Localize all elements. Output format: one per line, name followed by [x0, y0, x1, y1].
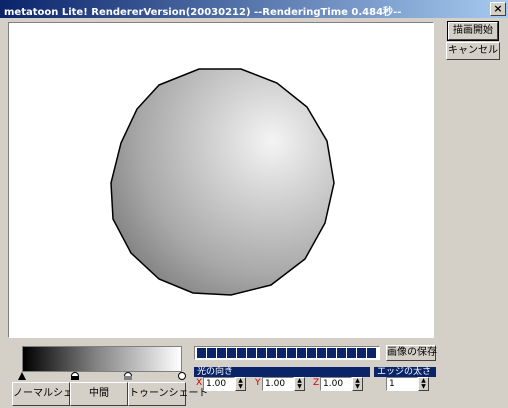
progress-segment: [237, 348, 246, 358]
progress-segment: [257, 348, 266, 358]
progress-segment: [197, 348, 206, 358]
close-icon[interactable]: ×: [490, 2, 506, 16]
progress-segment: [327, 348, 336, 358]
save-image-button[interactable]: 画像の保存: [386, 345, 437, 361]
normal-shade-button[interactable]: ノーマルシェード: [12, 382, 93, 406]
progress-segment: [297, 348, 306, 358]
edge-width-field[interactable]: 1: [386, 377, 418, 391]
progress-segment: [287, 348, 296, 358]
title-bar: metatoon Lite! RendererVersion(20030212)…: [0, 0, 508, 18]
slider-marker-black[interactable]: [18, 372, 26, 380]
progress-segment: [337, 348, 346, 358]
edge-width-label: エッジの太さ: [374, 367, 436, 377]
progress-segment: [247, 348, 256, 358]
z-axis-label: Z: [313, 378, 320, 388]
edge-width-spinner[interactable]: ▲ ▼: [418, 377, 429, 391]
progress-segment: [307, 348, 316, 358]
cancel-button[interactable]: キャンセル: [446, 42, 500, 60]
light-x-field[interactable]: 1.00: [203, 377, 235, 391]
x-axis-label: X: [196, 378, 203, 388]
light-z-field[interactable]: 1.00: [320, 377, 352, 391]
progress-segment: [277, 348, 286, 358]
light-y-field[interactable]: 1.00: [262, 377, 294, 391]
y-axis-label: Y: [255, 378, 261, 388]
light-y-spinner[interactable]: ▲ ▼: [294, 377, 305, 391]
window-title: metatoon Lite! RendererVersion(20030212)…: [4, 7, 402, 18]
progress-segment: [367, 348, 376, 358]
progress-segment: [317, 348, 326, 358]
progress-segment: [347, 348, 356, 358]
progress-segment: [227, 348, 236, 358]
slider-marker-1[interactable]: [71, 372, 79, 380]
progress-segment: [267, 348, 276, 358]
shade-gradient-bar: [22, 346, 182, 372]
sphere: [110, 68, 335, 296]
toon-shade-button[interactable]: トゥーンシェード: [128, 382, 209, 406]
progress-segment: [207, 348, 216, 358]
slider-marker-3[interactable]: [178, 372, 186, 380]
render-canvas: [8, 22, 434, 338]
slider-marker-2[interactable]: [124, 372, 132, 380]
render-start-button[interactable]: 描画開始: [447, 21, 499, 41]
shade-slider-track[interactable]: [18, 372, 186, 382]
progress-bar: [194, 346, 380, 360]
light-z-spinner[interactable]: ▲ ▼: [352, 377, 363, 391]
sphere-render: [110, 68, 335, 296]
light-x-spinner[interactable]: ▲ ▼: [235, 377, 246, 391]
progress-segment: [357, 348, 366, 358]
light-direction-label: 光の向き: [194, 367, 370, 377]
middle-shade-button[interactable]: 中間: [70, 382, 128, 406]
progress-segment: [217, 348, 226, 358]
